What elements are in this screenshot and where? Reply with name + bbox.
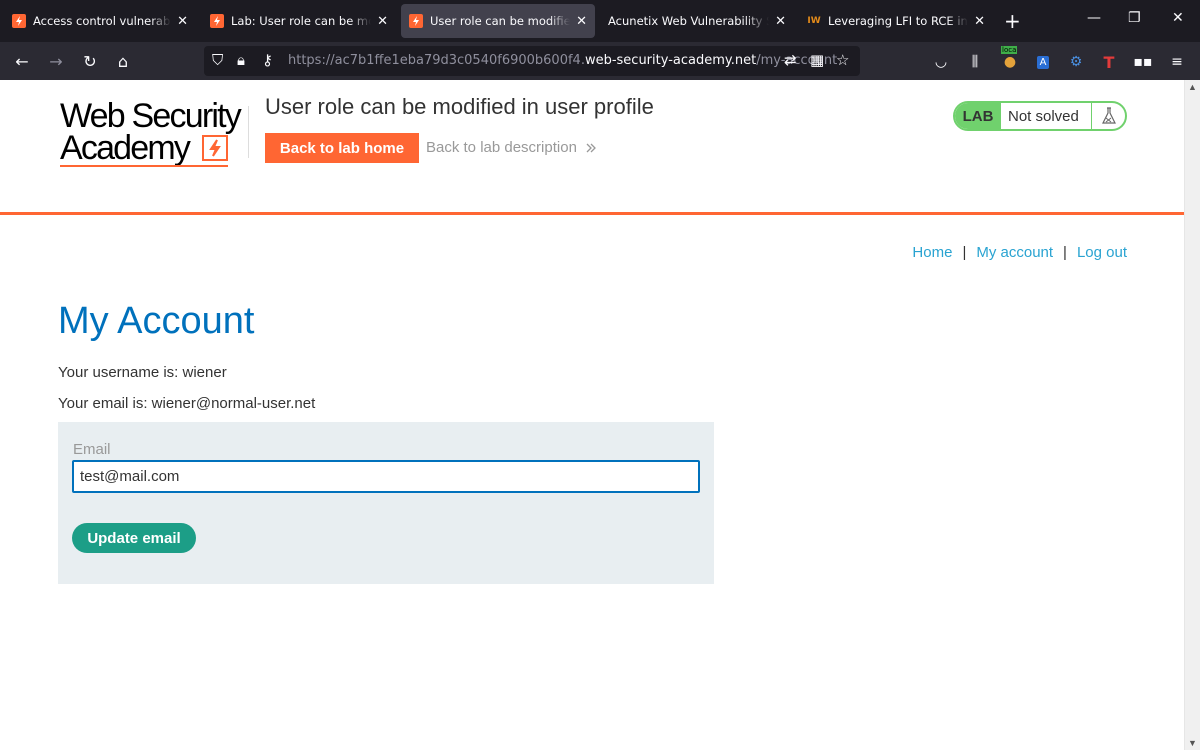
portswigger-favicon-icon (12, 14, 26, 28)
browser-tab-strip: Access control vulnerabilities ✕ Lab: Us… (0, 0, 1200, 42)
logo-underline (60, 165, 228, 167)
bookmark-star-icon[interactable]: ☆ (836, 51, 849, 69)
logo-bolt-icon (202, 135, 228, 161)
new-tab-button[interactable]: + (1004, 9, 1021, 33)
lab-tag: LAB (955, 103, 1001, 129)
page-title: My Account (58, 300, 255, 342)
browser-tab[interactable]: Acunetix Web Vulnerability Scanner ✕ (600, 4, 794, 38)
portswigger-favicon-icon (409, 14, 423, 28)
lab-status-text: Not solved (1008, 107, 1079, 125)
t-extension-icon[interactable]: T (1099, 52, 1119, 72)
restore-window-icon[interactable]: ❐ (1128, 10, 1141, 26)
back-arrow-icon[interactable]: ← (11, 50, 33, 72)
change-email-form: Email Update email (58, 422, 714, 584)
close-tab-icon[interactable]: ✕ (576, 14, 587, 29)
scroll-down-icon[interactable]: ▼ (1188, 738, 1197, 748)
page-scrollbar[interactable]: ▲ ▼ (1184, 80, 1200, 750)
lock-icon[interactable]: 🔒︎ (237, 51, 245, 69)
web-page: Web Security Academy User role can be mo… (0, 80, 1184, 750)
tab-title: Acunetix Web Vulnerability Scanner (608, 14, 769, 28)
hamburger-menu-icon[interactable]: ≡ (1167, 52, 1187, 72)
nav-logout-link[interactable]: Log out (1077, 244, 1127, 261)
account-nav: Home | My account | Log out (912, 244, 1127, 261)
browser-tab[interactable]: Access control vulnerabilities ✕ (4, 4, 196, 38)
update-email-button[interactable]: Update email (72, 523, 196, 553)
close-tab-icon[interactable]: ✕ (775, 14, 786, 29)
key-icon[interactable]: ⚷ (262, 51, 273, 69)
email-field[interactable] (72, 460, 700, 493)
nav-separator: | (962, 244, 967, 261)
home-icon[interactable]: ⌂ (112, 50, 134, 72)
username-text: Your username is: wiener (58, 364, 227, 381)
lab-title: User role can be modified in user profil… (265, 94, 654, 119)
translate-extension-icon[interactable]: A (1033, 52, 1053, 72)
forward-arrow-icon[interactable]: → (45, 50, 67, 72)
close-window-icon[interactable]: ✕ (1172, 10, 1184, 26)
tab-title: Access control vulnerabilities (33, 14, 171, 28)
browser-tab[interactable]: IW Leveraging LFI to RCE in a website ✕ (799, 4, 993, 38)
library-icon[interactable]: ⫼ (965, 52, 985, 72)
url-bar[interactable]: ⛉ 🔒︎ ⚷ https://ac7b1ffe1eba79d3c0540f690… (204, 46, 860, 76)
header-rule (0, 212, 1184, 215)
pocket-icon[interactable]: ◡ (931, 52, 951, 72)
logo-line-2: Academy (60, 129, 191, 167)
email-text: Your email is: wiener@normal-user.net (58, 395, 316, 412)
close-tab-icon[interactable]: ✕ (377, 14, 388, 29)
web-security-academy-logo[interactable]: Web Security Academy (60, 99, 250, 167)
portswigger-favicon-icon (210, 14, 224, 28)
translate-icon[interactable]: ⇄ (784, 51, 797, 69)
minimize-window-icon[interactable]: — (1087, 10, 1101, 26)
reload-icon[interactable]: ↻ (79, 50, 101, 72)
close-tab-icon[interactable]: ✕ (974, 14, 985, 29)
browser-tab[interactable]: Lab: User role can be modified in user p… (202, 4, 396, 38)
extension-icon[interactable]: loca ● (1000, 46, 1020, 72)
close-tab-icon[interactable]: ✕ (177, 14, 188, 29)
tab-title: Leveraging LFI to RCE in a website (828, 14, 968, 28)
header-divider (248, 106, 249, 158)
browser-nav-bar: ← → ↻ ⌂ ⛉ 🔒︎ ⚷ https://ac7b1ffe1eba79d3c… (0, 42, 1200, 80)
extensions-icon[interactable]: ▪▪ (1133, 52, 1153, 72)
nav-separator: | (1063, 244, 1067, 261)
nav-home-link[interactable]: Home (912, 244, 952, 261)
lab-status-widget: LAB Not solved (953, 101, 1127, 131)
browser-tab-active[interactable]: User role can be modified in user profil… (401, 4, 595, 38)
iw-favicon-icon: IW (807, 16, 821, 26)
back-to-lab-home-button[interactable]: Back to lab home (265, 133, 419, 163)
tab-title: Lab: User role can be modified in user p… (231, 14, 371, 28)
nav-my-account-link[interactable]: My account (976, 244, 1053, 261)
tab-title: User role can be modified in user profil… (430, 14, 571, 28)
qr-grid-icon[interactable]: ▦ (810, 51, 824, 69)
scroll-up-icon[interactable]: ▲ (1188, 82, 1197, 92)
shield-icon[interactable]: ⛉ (212, 51, 223, 69)
logo-line-1: Web Security (60, 97, 242, 135)
translate-extension-2-icon[interactable]: ⚙ (1066, 52, 1086, 72)
double-chevron-right-icon (586, 143, 597, 153)
flask-icon (1091, 103, 1125, 129)
extension-badge: loca (1001, 46, 1018, 54)
url-text[interactable]: https://ac7b1ffe1eba79d3c0540f6900b600f4… (288, 53, 837, 68)
back-to-lab-description-link[interactable]: Back to lab description (426, 139, 597, 156)
email-field-label: Email (73, 441, 111, 458)
